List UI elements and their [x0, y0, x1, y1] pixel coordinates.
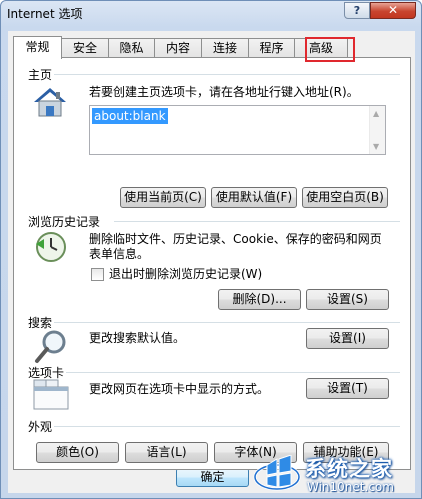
general-tab-panel: 主页 若要创建主页选项卡，请在各地址行键入地址(R)。 about:blank … [13, 57, 411, 470]
address-box-scrollbar[interactable]: ▲ ▼ [369, 106, 385, 154]
use-blank-button[interactable]: 使用空白页(B) [302, 187, 388, 208]
use-current-button[interactable]: 使用当前页(C) [120, 187, 206, 208]
home-page-divider [54, 74, 400, 75]
use-default-button[interactable]: 使用默认值(F) [211, 187, 297, 208]
search-divider [54, 322, 400, 323]
history-description-line1: 删除临时文件、历史记录、Cookie、保存的密码和网页 [89, 232, 382, 246]
tab-privacy[interactable]: 隐私 [108, 38, 155, 58]
tab-programs[interactable]: 程序 [248, 38, 295, 58]
tabs-divider [66, 372, 400, 373]
appearance-group-label: 外观 [28, 420, 53, 434]
watermark-title: 系统之家 [305, 457, 393, 481]
history-settings-button[interactable]: 设置(S) [306, 289, 389, 310]
home-page-address-box[interactable]: about:blank ▲ ▼ [89, 105, 386, 155]
browsing-history-divider [114, 221, 400, 222]
tab-general[interactable]: 常规 [13, 36, 62, 59]
history-description-line2: 表单信息。 [89, 247, 150, 261]
tab-content[interactable]: 内容 [154, 38, 202, 58]
tabs-description: 更改网页在选项卡中显示的方式。 [89, 382, 270, 396]
search-description: 更改搜索默认值。 [89, 331, 186, 345]
tabbed-window-icon [33, 378, 69, 410]
delete-history-button[interactable]: 删除(D)... [218, 289, 301, 310]
colors-button[interactable]: 颜色(O) [36, 442, 119, 463]
appearance-divider [54, 426, 400, 427]
scroll-down-icon[interactable]: ▼ [373, 142, 379, 151]
site-watermark: 系统之家 Win10net.com [245, 449, 422, 499]
house-icon [32, 86, 68, 118]
dialog-client-area: 常规 安全 隐私 内容 连接 程序 高级 主页 若要创建主页选项卡，请在各地址行… [8, 31, 415, 493]
home-page-instruction: 若要创建主页选项卡，请在各地址行键入地址(R)。 [89, 85, 359, 99]
ok-button[interactable]: 确定 [176, 468, 249, 487]
home-page-group-label: 主页 [28, 68, 53, 82]
internet-options-window: Internet 选项 ? ✕ 常规 安全 隐私 内容 连接 程序 高级 主页 [0, 0, 422, 499]
title-bar: Internet 选项 ? ✕ [1, 1, 421, 27]
tabs-settings-button[interactable]: 设置(T) [306, 378, 389, 399]
browsing-history-group-label: 浏览历史记录 [28, 215, 101, 229]
window-title: Internet 选项 [7, 7, 83, 21]
delete-on-exit-checkbox[interactable] [91, 268, 104, 281]
search-settings-button[interactable]: 设置(I) [306, 328, 389, 349]
delete-on-exit-label: 退出时删除浏览历史记录(W) [109, 267, 263, 281]
watermark-subtitle: Win10net.com [307, 480, 394, 494]
magnifier-icon [34, 328, 70, 364]
history-clock-icon [34, 230, 68, 264]
watermark-logo-icon [253, 454, 301, 493]
close-button[interactable]: ✕ [370, 2, 416, 19]
scroll-up-icon[interactable]: ▲ [373, 109, 379, 118]
languages-button[interactable]: 语言(L) [125, 442, 208, 463]
help-button[interactable]: ? [344, 2, 370, 19]
tab-security[interactable]: 安全 [61, 38, 109, 58]
home-page-address-text: about:blank [92, 108, 168, 124]
advanced-tab-highlight-box [305, 37, 355, 62]
tab-connections[interactable]: 连接 [201, 38, 249, 58]
